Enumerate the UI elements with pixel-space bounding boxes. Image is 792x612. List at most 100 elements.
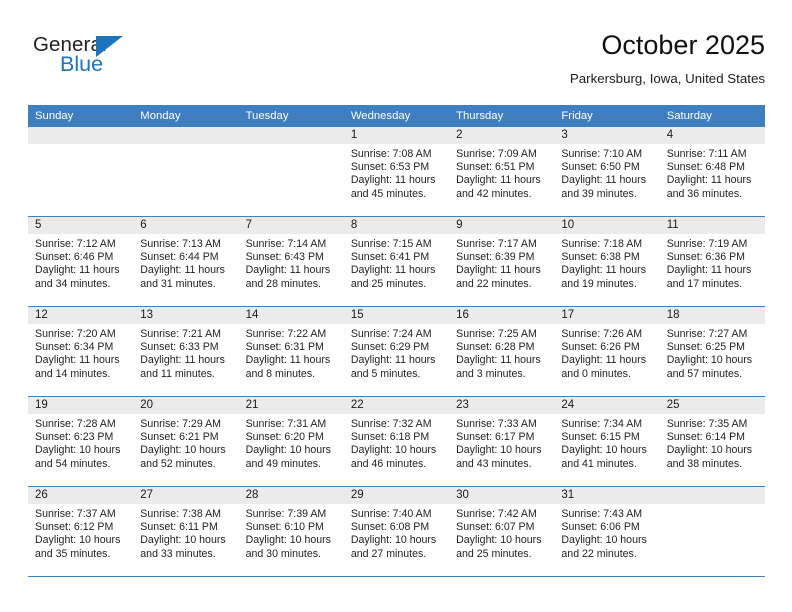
day-number: 24 [561, 399, 575, 411]
sunrise-text: Sunrise: 7:08 AM [350, 148, 432, 160]
day-details: Sunrise: 7:15 AM Sunset: 6:41 PM Dayligh… [344, 234, 449, 291]
calendar-day-cell-30[interactable]: 30 Sunrise: 7:42 AM Sunset: 6:07 PM Dayl… [449, 487, 555, 576]
calendar-day-cell-26[interactable]: 26 Sunrise: 7:37 AM Sunset: 6:12 PM Dayl… [28, 487, 134, 576]
daylight-text-line1: Daylight: 10 hours [666, 354, 753, 367]
calendar-day-cell-1[interactable]: 1 Sunrise: 7:08 AM Sunset: 6:53 PM Dayli… [343, 127, 450, 216]
sunset-text: Sunset: 6:50 PM [561, 161, 640, 174]
calendar-day-cell-7[interactable]: 7 Sunrise: 7:14 AM Sunset: 6:43 PM Dayli… [238, 217, 344, 306]
day-number: 28 [245, 489, 259, 501]
calendar-day-cell-13[interactable]: 13 Sunrise: 7:21 AM Sunset: 6:33 PM Dayl… [133, 307, 239, 396]
day-number-band: 29 [343, 487, 450, 504]
calendar-day-cell-24[interactable]: 24 Sunrise: 7:34 AM Sunset: 6:15 PM Dayl… [554, 397, 660, 486]
day-number-band: 3 [554, 127, 660, 144]
sunrise-text: Sunrise: 7:20 AM [35, 328, 116, 340]
calendar-day-cell-31[interactable]: 31 Sunrise: 7:43 AM Sunset: 6:06 PM Dayl… [554, 487, 660, 576]
calendar-day-cell-22[interactable]: 22 Sunrise: 7:32 AM Sunset: 6:18 PM Dayl… [343, 397, 450, 486]
day-number: 4 [666, 129, 674, 141]
calendar-day-cell-empty [238, 127, 344, 216]
calendar-day-cell-10[interactable]: 10 Sunrise: 7:18 AM Sunset: 6:38 PM Dayl… [554, 217, 660, 306]
sunrise-text: Sunrise: 7:28 AM [35, 418, 116, 430]
sunrise-text: Sunrise: 7:37 AM [35, 508, 116, 520]
day-details: Sunrise: 7:28 AM Sunset: 6:23 PM Dayligh… [28, 414, 133, 471]
sunrise-text: Sunrise: 7:19 AM [666, 238, 748, 250]
calendar-day-cell-25[interactable]: 25 Sunrise: 7:35 AM Sunset: 6:14 PM Dayl… [659, 397, 765, 486]
weekday-header-saturday: Saturday [666, 110, 712, 122]
day-number-band: 23 [449, 397, 555, 414]
day-details [660, 504, 765, 508]
daylight-text-line1: Daylight: 10 hours [35, 444, 121, 457]
sunset-text: Sunset: 6:20 PM [245, 431, 324, 444]
daylight-text-line2: and 22 minutes. [561, 547, 637, 560]
calendar-day-cell-23[interactable]: 23 Sunrise: 7:33 AM Sunset: 6:17 PM Dayl… [449, 397, 555, 486]
day-number-band: 22 [343, 397, 450, 414]
calendar-day-cell-4[interactable]: 4 Sunrise: 7:11 AM Sunset: 6:48 PM Dayli… [659, 127, 765, 216]
day-number: 31 [561, 489, 575, 501]
calendar-day-cell-12[interactable]: 12 Sunrise: 7:20 AM Sunset: 6:34 PM Dayl… [28, 307, 134, 396]
calendar-day-cell-9[interactable]: 9 Sunrise: 7:17 AM Sunset: 6:39 PM Dayli… [449, 217, 555, 306]
day-number-band: 10 [554, 217, 660, 234]
sunset-text: Sunset: 6:08 PM [350, 521, 430, 534]
calendar-day-cell-6[interactable]: 6 Sunrise: 7:13 AM Sunset: 6:44 PM Dayli… [133, 217, 239, 306]
daylight-text-line2: and 19 minutes. [561, 277, 637, 290]
calendar-day-cell-27[interactable]: 27 Sunrise: 7:38 AM Sunset: 6:11 PM Dayl… [133, 487, 239, 576]
calendar-day-cell-21[interactable]: 21 Sunrise: 7:31 AM Sunset: 6:20 PM Dayl… [238, 397, 344, 486]
day-number-band: 5 [28, 217, 134, 234]
day-details: Sunrise: 7:08 AM Sunset: 6:53 PM Dayligh… [344, 144, 449, 201]
sunrise-text: Sunrise: 7:10 AM [561, 148, 643, 160]
calendar-day-cell-16[interactable]: 16 Sunrise: 7:25 AM Sunset: 6:28 PM Dayl… [449, 307, 555, 396]
day-number: 7 [245, 219, 252, 231]
calendar-day-cell-11[interactable]: 11 Sunrise: 7:19 AM Sunset: 6:36 PM Dayl… [659, 217, 765, 306]
calendar-day-cell-18[interactable]: 18 Sunrise: 7:27 AM Sunset: 6:25 PM Dayl… [659, 307, 765, 396]
day-number-band [28, 127, 134, 144]
calendar-day-cell-29[interactable]: 29 Sunrise: 7:40 AM Sunset: 6:08 PM Dayl… [343, 487, 450, 576]
daylight-text-line2: and 3 minutes. [456, 367, 526, 380]
day-number-band [659, 487, 765, 504]
daylight-text-line2: and 42 minutes. [456, 187, 532, 200]
sunrise-text: Sunrise: 7:33 AM [456, 418, 537, 430]
day-number-band: 13 [133, 307, 239, 324]
daylight-text-line1: Daylight: 11 hours [245, 264, 331, 277]
day-details: Sunrise: 7:13 AM Sunset: 6:44 PM Dayligh… [133, 234, 238, 291]
weekday-header-sunday: Sunday [35, 110, 74, 122]
daylight-text-line1: Daylight: 10 hours [350, 534, 437, 547]
day-details: Sunrise: 7:31 AM Sunset: 6:20 PM Dayligh… [239, 414, 344, 471]
calendar-day-cell-20[interactable]: 20 Sunrise: 7:29 AM Sunset: 6:21 PM Dayl… [133, 397, 239, 486]
sunset-text: Sunset: 6:26 PM [561, 341, 640, 354]
daylight-text-line1: Daylight: 10 hours [456, 534, 542, 547]
day-number: 1 [350, 129, 358, 141]
daylight-text-line2: and 35 minutes. [35, 547, 111, 560]
calendar-day-cell-19[interactable]: 19 Sunrise: 7:28 AM Sunset: 6:23 PM Dayl… [28, 397, 134, 486]
weekday-header-thursday: Thursday [456, 110, 504, 122]
day-number: 22 [350, 399, 364, 411]
calendar-day-cell-5[interactable]: 5 Sunrise: 7:12 AM Sunset: 6:46 PM Dayli… [28, 217, 134, 306]
calendar-day-cell-8[interactable]: 8 Sunrise: 7:15 AM Sunset: 6:41 PM Dayli… [343, 217, 450, 306]
sunset-text: Sunset: 6:44 PM [140, 251, 219, 264]
sunset-text: Sunset: 6:36 PM [666, 251, 746, 264]
calendar-day-cell-15[interactable]: 15 Sunrise: 7:24 AM Sunset: 6:29 PM Dayl… [343, 307, 450, 396]
day-details: Sunrise: 7:20 AM Sunset: 6:34 PM Dayligh… [28, 324, 133, 381]
sunset-text: Sunset: 6:39 PM [456, 251, 535, 264]
sunset-text: Sunset: 6:18 PM [350, 431, 430, 444]
day-number: 12 [35, 309, 48, 321]
calendar-day-cell-3[interactable]: 3 Sunrise: 7:10 AM Sunset: 6:50 PM Dayli… [554, 127, 660, 216]
daylight-text-line2: and 52 minutes. [140, 457, 216, 470]
day-details: Sunrise: 7:29 AM Sunset: 6:21 PM Dayligh… [133, 414, 238, 471]
day-details [239, 144, 344, 148]
calendar-day-cell-17[interactable]: 17 Sunrise: 7:26 AM Sunset: 6:26 PM Dayl… [554, 307, 660, 396]
daylight-text-line2: and 45 minutes. [350, 187, 427, 200]
sunrise-text: Sunrise: 7:42 AM [456, 508, 537, 520]
sunset-text: Sunset: 6:23 PM [35, 431, 114, 444]
sunset-text: Sunset: 6:48 PM [666, 161, 746, 174]
calendar-day-cell-28[interactable]: 28 Sunrise: 7:39 AM Sunset: 6:10 PM Dayl… [238, 487, 344, 576]
calendar-day-cell-2[interactable]: 2 Sunrise: 7:09 AM Sunset: 6:51 PM Dayli… [449, 127, 555, 216]
daylight-text-line1: Daylight: 10 hours [666, 444, 753, 457]
sunset-text: Sunset: 6:11 PM [140, 521, 218, 534]
day-details: Sunrise: 7:26 AM Sunset: 6:26 PM Dayligh… [554, 324, 659, 381]
calendar-day-cell-14[interactable]: 14 Sunrise: 7:22 AM Sunset: 6:31 PM Dayl… [238, 307, 344, 396]
general-blue-logo[interactable]: General Blue [33, 34, 153, 86]
sunset-text: Sunset: 6:17 PM [456, 431, 535, 444]
day-number-band: 8 [343, 217, 450, 234]
daylight-text-line1: Daylight: 10 hours [561, 534, 647, 547]
daylight-text-line2: and 57 minutes. [666, 367, 743, 380]
sunrise-sunset-calendar: Sunday Monday Tuesday Wednesday Thursday… [28, 105, 765, 577]
